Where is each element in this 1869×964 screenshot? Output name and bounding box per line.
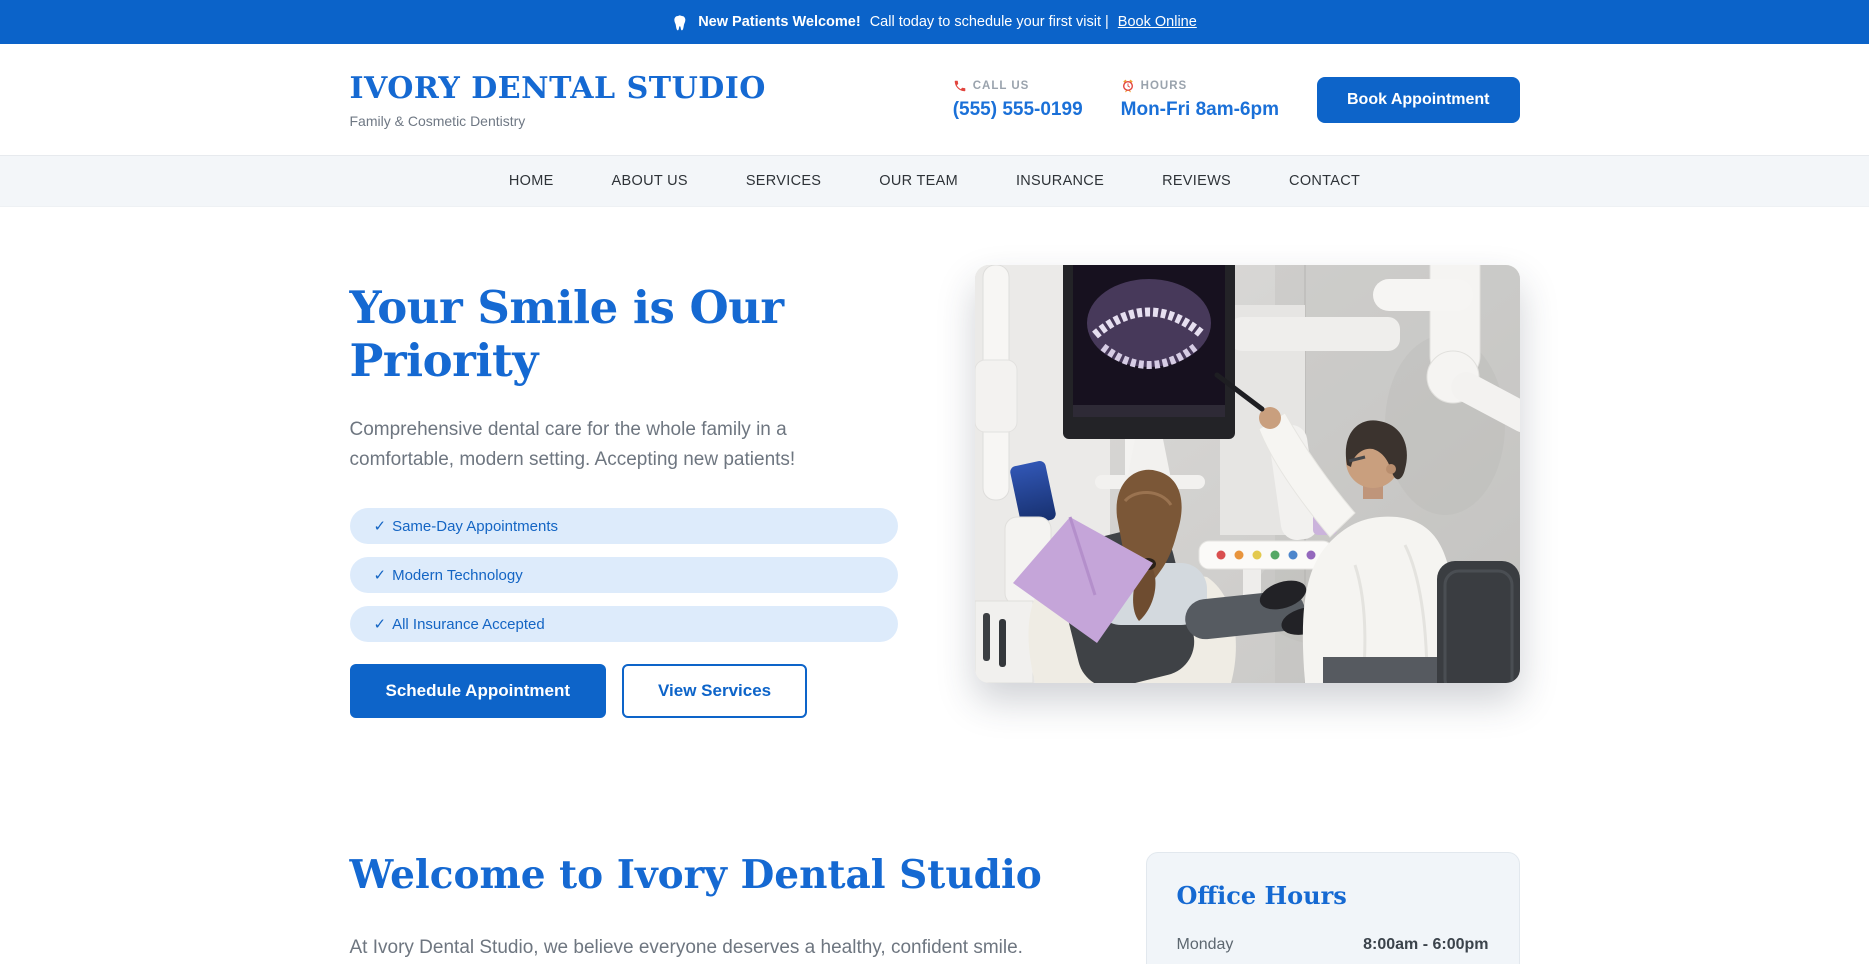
brand: IVORY DENTAL STUDIO Family & Cosmetic De… bbox=[350, 71, 766, 129]
hero-description: Comprehensive dental care for the whole … bbox=[350, 415, 850, 476]
nav-item-home[interactable]: HOME bbox=[509, 173, 554, 189]
main-nav: HOME ABOUT US SERVICES OUR TEAM INSURANC… bbox=[0, 155, 1869, 207]
banner-message: Call today to schedule your first visit … bbox=[870, 14, 1109, 30]
phone-number[interactable]: (555) 555-0199 bbox=[953, 99, 1083, 121]
nav-item-about[interactable]: ABOUT US bbox=[612, 173, 688, 189]
call-info: CALL US (555) 555-0199 bbox=[953, 79, 1083, 121]
welcome-section: Welcome to Ivory Dental Studio At Ivory … bbox=[0, 852, 1869, 964]
clock-icon bbox=[1121, 79, 1135, 93]
check-icon: ✓ bbox=[374, 518, 387, 535]
hours-info: HOURS Mon-Fri 8am-6pm bbox=[1121, 79, 1279, 121]
hours-row-monday: Monday 8:00am - 6:00pm bbox=[1177, 936, 1489, 954]
book-online-link[interactable]: Book Online bbox=[1118, 14, 1197, 30]
hero-photo-dentist-xray bbox=[975, 265, 1520, 683]
call-label: CALL US bbox=[973, 80, 1030, 92]
promo-banner: New Patients Welcome! Call today to sche… bbox=[0, 0, 1869, 44]
hours-label: HOURS bbox=[1141, 80, 1188, 92]
welcome-description: At Ivory Dental Studio, we believe every… bbox=[350, 930, 1050, 964]
site-tagline: Family & Cosmetic Dentistry bbox=[350, 113, 766, 129]
check-icon: ✓ bbox=[374, 616, 387, 633]
schedule-appointment-button[interactable]: Schedule Appointment bbox=[350, 664, 607, 718]
book-appointment-button[interactable]: Book Appointment bbox=[1317, 77, 1520, 123]
check-icon: ✓ bbox=[374, 567, 387, 584]
site-logo: IVORY DENTAL STUDIO bbox=[350, 71, 766, 106]
feature-pill-insurance: ✓All Insurance Accepted bbox=[350, 606, 898, 642]
hours-value: Mon-Fri 8am-6pm bbox=[1121, 99, 1279, 121]
hours-time: 8:00am - 6:00pm bbox=[1363, 936, 1488, 954]
nav-item-insurance[interactable]: INSURANCE bbox=[1016, 173, 1104, 189]
nav-item-team[interactable]: OUR TEAM bbox=[879, 173, 958, 189]
nav-item-reviews[interactable]: REVIEWS bbox=[1162, 173, 1231, 189]
banner-highlight: New Patients Welcome! bbox=[698, 14, 861, 30]
hours-day: Monday bbox=[1177, 936, 1234, 954]
tooth-icon bbox=[672, 14, 689, 31]
nav-item-services[interactable]: SERVICES bbox=[746, 173, 821, 189]
phone-icon bbox=[953, 79, 967, 93]
welcome-title: Welcome to Ivory Dental Studio bbox=[350, 852, 1080, 898]
office-hours-card: Office Hours Monday 8:00am - 6:00pm Tues… bbox=[1146, 852, 1520, 964]
nav-item-contact[interactable]: CONTACT bbox=[1289, 173, 1360, 189]
feature-list: ✓Same-Day Appointments ✓Modern Technolog… bbox=[350, 508, 898, 642]
view-services-button[interactable]: View Services bbox=[622, 664, 807, 718]
hero-section: Your Smile is Our Priority Comprehensive… bbox=[0, 207, 1869, 718]
hero-title: Your Smile is Our Priority bbox=[350, 281, 920, 387]
feature-pill-same-day: ✓Same-Day Appointments bbox=[350, 508, 898, 544]
office-hours-title: Office Hours bbox=[1177, 881, 1489, 910]
feature-pill-technology: ✓Modern Technology bbox=[350, 557, 898, 593]
site-header: IVORY DENTAL STUDIO Family & Cosmetic De… bbox=[0, 44, 1869, 155]
